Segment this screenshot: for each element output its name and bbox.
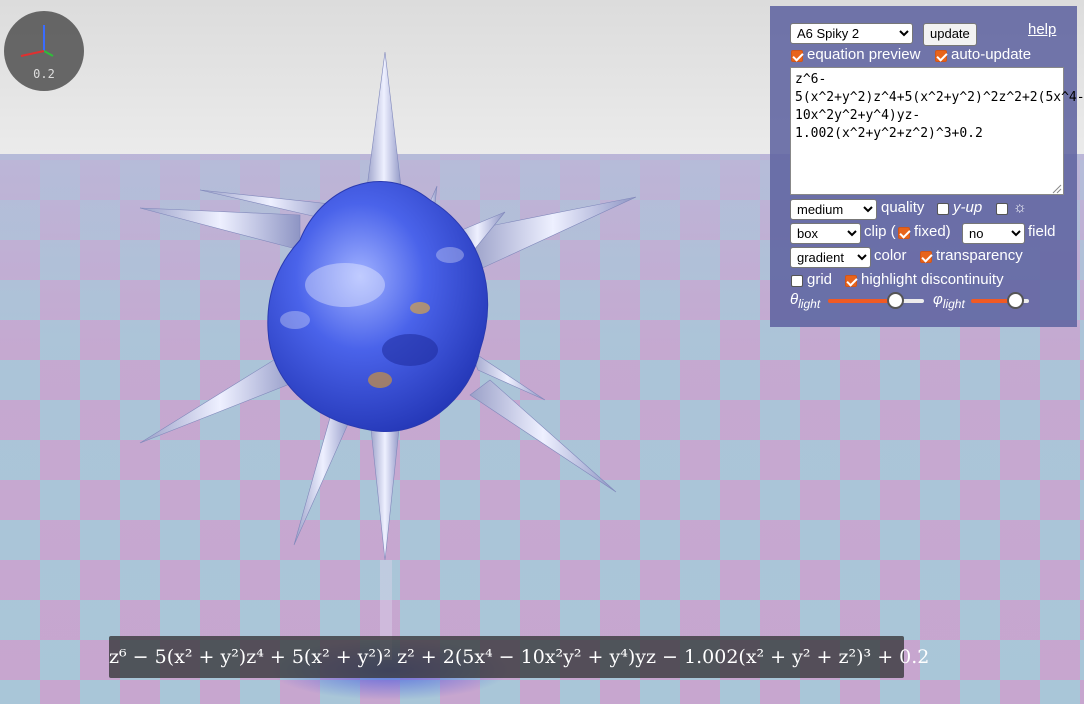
resize-grip-icon[interactable] (1052, 184, 1062, 194)
update-button[interactable]: update (923, 23, 977, 46)
phi-light-label: φlight (933, 291, 965, 311)
phi-light-slider-knob[interactable] (1007, 292, 1024, 309)
preset-select[interactable]: A6 Spiky 2 (790, 23, 913, 44)
clip-select[interactable]: box (790, 223, 861, 244)
equation-preview-label: equation preview (807, 46, 921, 63)
equation-input[interactable]: z^6-5(x^2+y^2)z^4+5(x^2+y^2)^2z^2+2(5x^4… (790, 67, 1084, 195)
field-select[interactable]: no (962, 223, 1025, 244)
highlight-discontinuity-checkbox[interactable] (845, 275, 857, 287)
equation-preview-bar: z⁶ − 5(x² + y²)z⁴ + 5(x² + y²)² z² + 2(5… (109, 636, 929, 678)
clip-fixed-checkbox[interactable] (898, 227, 910, 239)
color-select[interactable]: gradient (790, 247, 871, 268)
theta-light-label: θlight (790, 291, 821, 311)
transparency-label: transparency (936, 247, 1023, 264)
quality-label: quality (881, 199, 925, 216)
y-up-checkbox[interactable] (937, 203, 949, 215)
field-label: field (1028, 223, 1056, 240)
highlight-discontinuity-label: highlight discontinuity (861, 271, 1004, 288)
clip-fixed-label: fixed) (914, 223, 951, 240)
light-toggle-checkbox[interactable] (996, 203, 1008, 215)
sun-icon: ☼ (1013, 199, 1027, 216)
equation-preview-checkbox[interactable] (791, 50, 803, 62)
axis-gizmo[interactable]: 0.2 (4, 11, 84, 91)
color-label: color (874, 247, 907, 264)
grid-label: grid (807, 271, 833, 288)
control-panel: A6 Spiky 2 update help equation preview … (770, 6, 1084, 327)
auto-update-checkbox[interactable] (935, 50, 947, 62)
quality-select[interactable]: medium (790, 199, 877, 220)
grid-checkbox[interactable] (791, 275, 803, 287)
axis-scale-label: 0.2 (33, 67, 55, 81)
transparency-checkbox[interactable] (920, 251, 932, 263)
clip-label: clip ( (864, 223, 896, 240)
y-up-label: y-up (953, 199, 983, 216)
help-link[interactable]: help (1028, 21, 1056, 39)
theta-light-slider-knob[interactable] (887, 292, 904, 309)
auto-update-label: auto-update (951, 46, 1032, 63)
